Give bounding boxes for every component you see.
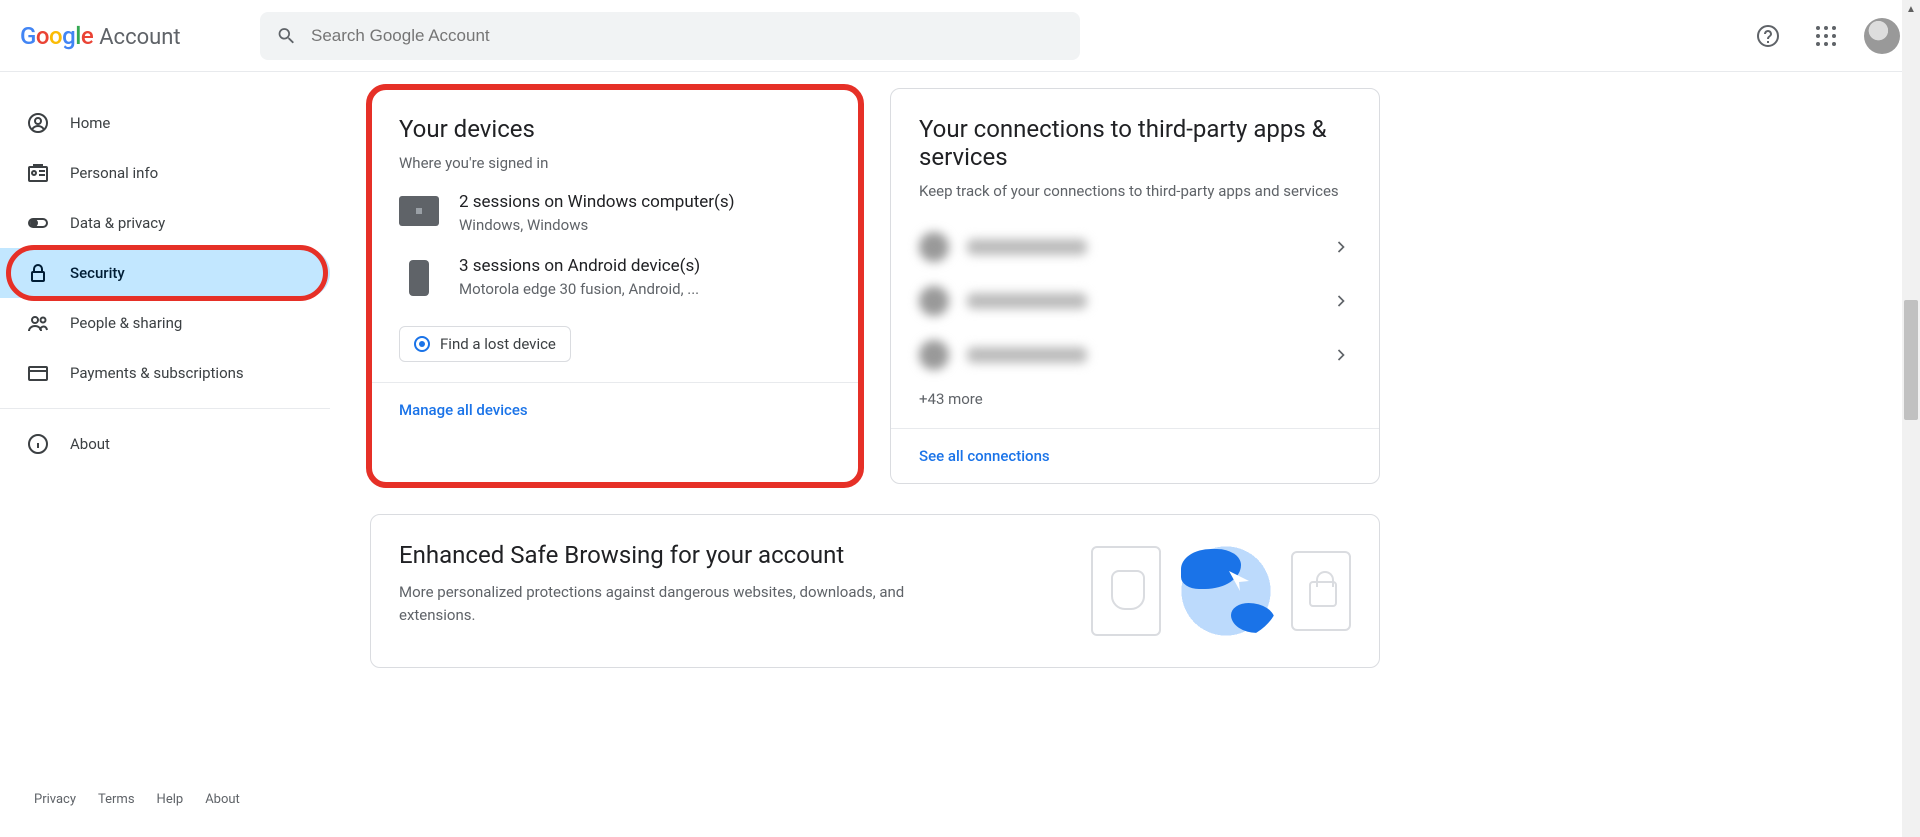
search-box[interactable] xyxy=(260,12,1080,60)
locate-icon xyxy=(414,336,430,352)
sidebar-divider xyxy=(0,408,330,409)
safe-browsing-title: Enhanced Safe Browsing for your account xyxy=(399,541,939,569)
apps-icon xyxy=(1816,26,1836,46)
connection-row[interactable] xyxy=(919,328,1351,382)
logo-area[interactable]: Google Account xyxy=(20,22,240,50)
safe-browsing-card[interactable]: Enhanced Safe Browsing for your account … xyxy=(370,514,1380,668)
apps-button[interactable] xyxy=(1806,16,1846,56)
home-icon xyxy=(26,111,50,135)
help-button[interactable] xyxy=(1748,16,1788,56)
card-icon xyxy=(26,361,50,385)
account-label: Account xyxy=(99,25,180,50)
document-lock-icon xyxy=(1291,551,1351,631)
help-icon xyxy=(1756,24,1780,48)
connections-title: Your connections to third-party apps & s… xyxy=(919,115,1351,171)
devices-title: Your devices xyxy=(399,115,831,143)
device-sub: Motorola edge 30 fusion, Android, ... xyxy=(459,280,700,298)
scrollbar-thumb[interactable] xyxy=(1904,300,1918,420)
sidebar-item-people-sharing[interactable]: People & sharing xyxy=(0,298,330,348)
app-name-redacted xyxy=(967,239,1087,255)
device-sub: Windows, Windows xyxy=(459,216,735,234)
search-icon xyxy=(276,25,297,47)
phone-icon xyxy=(409,260,429,296)
sidebar-item-data-privacy[interactable]: Data & privacy xyxy=(0,198,330,248)
device-title: 2 sessions on Windows computer(s) xyxy=(459,192,735,212)
footer-link-privacy[interactable]: Privacy xyxy=(34,792,76,807)
sidebar-item-label: People & sharing xyxy=(70,314,182,332)
sidebar-nav: Home Personal info Data & privacy Securi… xyxy=(0,72,330,837)
sidebar-item-security[interactable]: Security xyxy=(0,248,330,298)
more-connections-label: +43 more xyxy=(919,390,1351,408)
sidebar-item-label: Data & privacy xyxy=(70,214,165,232)
app-icon xyxy=(919,340,949,370)
sidebar-item-about[interactable]: About xyxy=(0,419,330,469)
info-icon xyxy=(26,432,50,456)
app-icon xyxy=(919,232,949,262)
app-name-redacted xyxy=(967,293,1087,309)
footer-link-terms[interactable]: Terms xyxy=(98,792,135,807)
find-device-label: Find a lost device xyxy=(440,335,556,353)
device-row-windows[interactable]: 2 sessions on Windows computer(s) Window… xyxy=(399,192,831,234)
footer-link-help[interactable]: Help xyxy=(157,792,184,807)
google-logo: Google xyxy=(20,22,93,50)
safe-browsing-desc: More personalized protections against da… xyxy=(399,581,939,626)
people-icon xyxy=(26,311,50,335)
search-input[interactable] xyxy=(311,26,1064,46)
laptop-icon xyxy=(399,196,439,226)
sidebar-item-personal-info[interactable]: Personal info xyxy=(0,148,330,198)
devices-subtitle: Where you're signed in xyxy=(399,153,831,174)
sidebar-item-payments[interactable]: Payments & subscriptions xyxy=(0,348,330,398)
document-shield-icon xyxy=(1091,546,1161,636)
sidebar-item-label: About xyxy=(70,435,110,453)
header-actions xyxy=(1748,16,1900,56)
safe-browsing-illustration xyxy=(1091,541,1351,641)
connection-row[interactable] xyxy=(919,274,1351,328)
scroll-up-arrow[interactable]: ▲ xyxy=(1902,0,1920,18)
find-lost-device-button[interactable]: Find a lost device xyxy=(399,326,571,362)
lock-icon xyxy=(26,261,50,285)
toggle-icon xyxy=(26,211,50,235)
id-card-icon xyxy=(26,161,50,185)
chevron-right-icon xyxy=(1331,291,1351,311)
chevron-right-icon xyxy=(1331,237,1351,257)
sidebar-item-label: Payments & subscriptions xyxy=(70,364,244,382)
app-icon xyxy=(919,286,949,316)
connections-card: Your connections to third-party apps & s… xyxy=(890,88,1380,484)
footer-links: Privacy Terms Help About xyxy=(0,792,330,837)
chevron-right-icon xyxy=(1331,345,1351,365)
your-devices-card: Your devices Where you're signed in 2 se… xyxy=(370,88,860,484)
sidebar-item-label: Security xyxy=(70,264,125,282)
main-content: Your devices Where you're signed in 2 se… xyxy=(330,72,1920,837)
sidebar-item-home[interactable]: Home xyxy=(0,98,330,148)
connection-row[interactable] xyxy=(919,220,1351,274)
profile-avatar[interactable] xyxy=(1864,18,1900,54)
device-title: 3 sessions on Android device(s) xyxy=(459,256,700,276)
manage-all-devices-link[interactable]: Manage all devices xyxy=(371,382,859,437)
connections-subtitle: Keep track of your connections to third-… xyxy=(919,181,1351,202)
device-row-android[interactable]: 3 sessions on Android device(s) Motorola… xyxy=(399,256,831,298)
sidebar-item-label: Personal info xyxy=(70,164,158,182)
see-all-connections-link[interactable]: See all connections xyxy=(891,428,1379,483)
globe-icon xyxy=(1171,541,1281,641)
footer-link-about[interactable]: About xyxy=(205,792,240,807)
app-header: Google Account xyxy=(0,0,1920,72)
app-name-redacted xyxy=(967,347,1087,363)
scrollbar-track[interactable]: ▲ xyxy=(1902,0,1920,837)
sidebar-item-label: Home xyxy=(70,114,110,132)
cursor-icon xyxy=(1229,571,1249,591)
